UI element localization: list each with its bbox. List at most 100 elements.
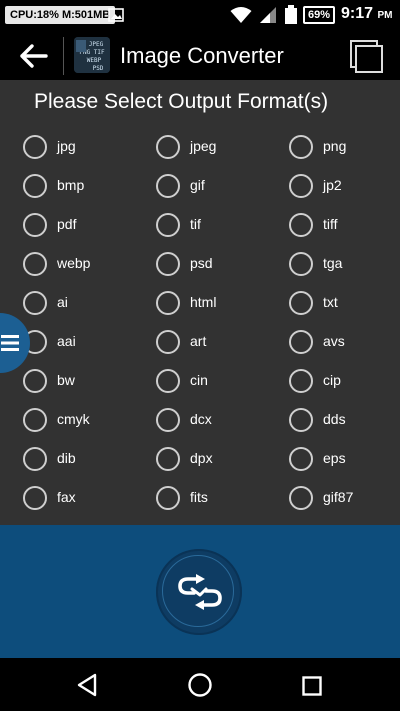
app-bar: JPEG PNG TIF WEBP PSD Image Converter — [0, 32, 400, 80]
overlapping-squares-icon[interactable] — [348, 38, 384, 74]
format-label: tga — [323, 255, 343, 271]
format-row: aai art avs — [0, 330, 400, 369]
status-bar: CPU:18% M:501MB 69% 9:17 PM — [0, 0, 400, 32]
radio-button[interactable] — [23, 369, 47, 393]
format-label: bmp — [57, 177, 85, 193]
format-label: png — [323, 138, 347, 154]
format-label: dcx — [190, 411, 212, 427]
format-label: psd — [190, 255, 213, 271]
radio-button[interactable] — [289, 291, 313, 315]
format-label: gif — [190, 177, 205, 193]
format-label: jp2 — [323, 177, 342, 193]
bottom-action-panel — [0, 525, 400, 658]
format-row: bw cin cip — [0, 369, 400, 408]
nav-back-icon[interactable] — [76, 673, 98, 697]
format-row: webp psd tga — [0, 252, 400, 291]
clock-ampm: PM — [377, 10, 393, 21]
logo-line: WEBP — [87, 57, 102, 64]
radio-button[interactable] — [156, 330, 180, 354]
radio-button[interactable] — [289, 135, 313, 159]
format-label: tif — [190, 216, 201, 232]
format-label: webp — [57, 255, 91, 271]
format-label: txt — [323, 294, 338, 310]
image-notification-icon — [108, 8, 124, 22]
app-bar-divider — [63, 37, 64, 75]
radio-button[interactable] — [156, 408, 180, 432]
format-label: avs — [323, 333, 345, 349]
radio-button[interactable] — [156, 213, 180, 237]
convert-arrows-icon — [178, 574, 222, 610]
format-row: pdf tif tiff — [0, 213, 400, 252]
format-label: eps — [323, 450, 346, 466]
format-label: fits — [190, 489, 208, 505]
logo-line: PSD — [93, 65, 104, 72]
nav-home-icon[interactable] — [187, 672, 213, 698]
radio-button[interactable] — [289, 369, 313, 393]
nav-recents-icon[interactable] — [302, 676, 322, 696]
format-label: html — [190, 294, 217, 310]
format-label: dib — [57, 450, 76, 466]
format-label: aai — [57, 333, 76, 349]
radio-button[interactable] — [23, 213, 47, 237]
format-label: dds — [323, 411, 346, 427]
radio-button[interactable] — [23, 174, 47, 198]
format-label: jpeg — [190, 138, 217, 154]
format-label: gif87 — [323, 489, 354, 505]
format-row: ai html txt — [0, 291, 400, 330]
logo-line: JPEG — [89, 41, 104, 48]
format-label: bw — [57, 372, 75, 388]
format-row: fax fits gif87 — [0, 486, 400, 525]
format-row: jpg jpeg png — [0, 135, 400, 174]
format-label: cin — [190, 372, 208, 388]
radio-button[interactable] — [289, 174, 313, 198]
radio-button[interactable] — [289, 330, 313, 354]
radio-button[interactable] — [156, 291, 180, 315]
radio-button[interactable] — [23, 408, 47, 432]
radio-button[interactable] — [289, 213, 313, 237]
back-arrow-icon[interactable] — [18, 42, 50, 70]
convert-button[interactable] — [156, 549, 242, 635]
format-label: fax — [57, 489, 76, 505]
format-row: dib dpx eps — [0, 447, 400, 486]
format-label: cip — [323, 372, 341, 388]
radio-button[interactable] — [156, 252, 180, 276]
format-label: ai — [57, 294, 68, 310]
cpu-memory-indicator: CPU:18% M:501MB — [5, 6, 116, 24]
format-selection-panel: Please Select Output Format(s) jpg jpeg … — [0, 80, 400, 525]
radio-button[interactable] — [156, 486, 180, 510]
radio-button[interactable] — [23, 252, 47, 276]
radio-button[interactable] — [156, 447, 180, 471]
hamburger-icon — [1, 335, 19, 351]
signal-icon — [260, 7, 276, 23]
radio-button[interactable] — [23, 291, 47, 315]
app-title: Image Converter — [120, 43, 284, 68]
wifi-icon — [230, 7, 252, 23]
format-label: dpx — [190, 450, 213, 466]
radio-button[interactable] — [156, 174, 180, 198]
clock-time: 9:17 — [341, 5, 374, 22]
radio-button[interactable] — [23, 486, 47, 510]
format-row: bmp gif jp2 — [0, 174, 400, 213]
radio-button[interactable] — [289, 408, 313, 432]
format-label: jpg — [57, 138, 76, 154]
radio-button[interactable] — [23, 447, 47, 471]
radio-button[interactable] — [156, 369, 180, 393]
section-heading: Please Select Output Format(s) — [34, 90, 329, 113]
radio-button[interactable] — [289, 486, 313, 510]
battery-icon — [285, 5, 297, 24]
battery-percentage: 69% — [303, 6, 335, 24]
clock: 9:17 PM — [341, 5, 392, 23]
radio-button[interactable] — [23, 135, 47, 159]
format-label: tiff — [323, 216, 338, 232]
format-grid: jpg jpeg png bmp gif jp2 pdf tif tiff we… — [0, 135, 400, 525]
format-label: art — [190, 333, 207, 349]
system-navigation-bar — [0, 658, 400, 711]
screen: CPU:18% M:501MB 69% 9:17 PM JPEG PNG TIF… — [0, 0, 400, 711]
radio-button[interactable] — [156, 135, 180, 159]
app-logo: JPEG PNG TIF WEBP PSD — [74, 37, 110, 73]
format-label: pdf — [57, 216, 77, 232]
radio-button[interactable] — [289, 252, 313, 276]
format-label: cmyk — [57, 411, 90, 427]
format-row: cmyk dcx dds — [0, 408, 400, 447]
radio-button[interactable] — [289, 447, 313, 471]
